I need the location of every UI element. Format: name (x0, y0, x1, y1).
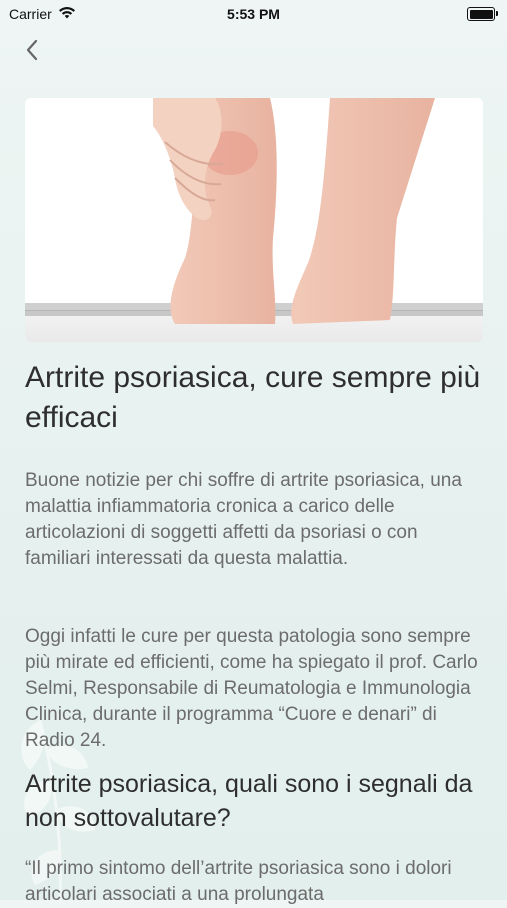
status-bar: Carrier 5:53 PM (0, 0, 507, 30)
article-paragraph-2: Oggi infatti le cure per questa patologi… (25, 626, 478, 751)
back-button[interactable] (18, 36, 46, 64)
battery-icon (467, 7, 498, 21)
article-hero-image (25, 98, 483, 342)
article-paragraph-1: Buone notizie per chi soffre di artrite … (25, 470, 462, 569)
article-title: Artrite psoriasica, cure sempre più effi… (25, 361, 481, 434)
status-time: 5:53 PM (227, 6, 280, 22)
chevron-left-icon (26, 39, 38, 61)
article-paragraph-3: “Il primo sintomo dell’artrite psoriasic… (25, 858, 452, 905)
article-subtitle: Artrite psoriasica, quali sono i segnali… (25, 770, 473, 832)
